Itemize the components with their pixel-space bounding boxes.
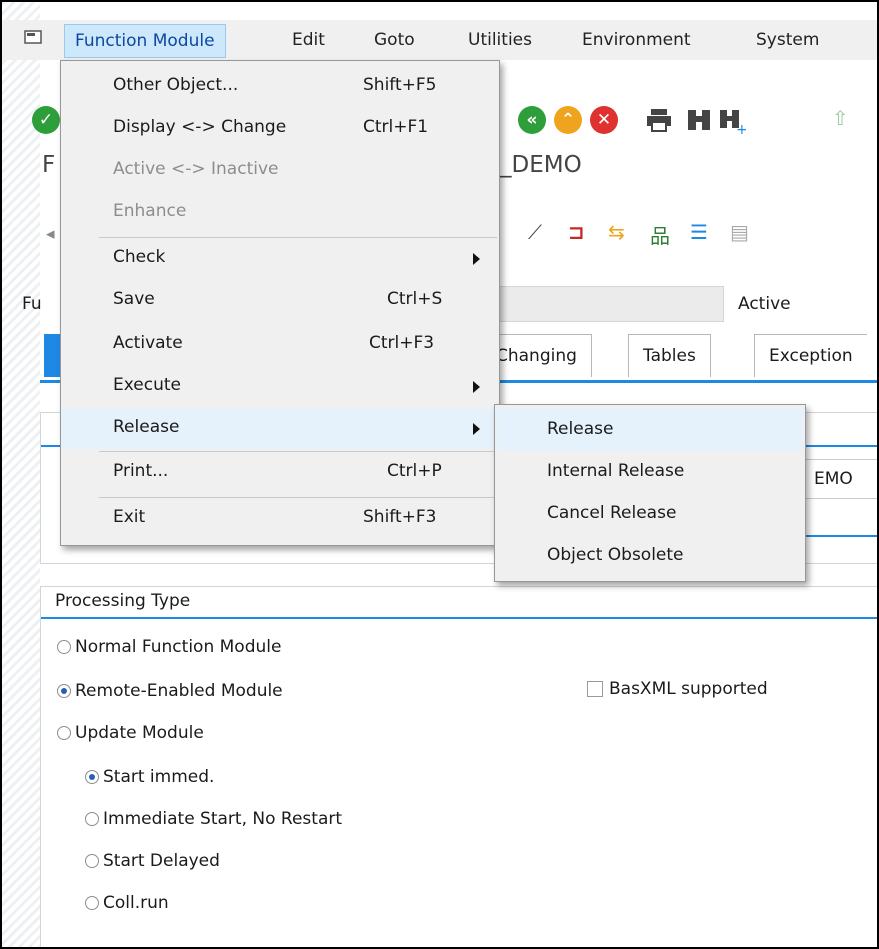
enter-icon[interactable]: ✓ — [32, 106, 60, 134]
checkbox[interactable] — [587, 681, 603, 697]
submenu-arrow-icon — [473, 253, 480, 265]
menu-item-print[interactable]: Print... Ctrl+P — [61, 453, 499, 493]
radio-update-module[interactable]: Update Module — [57, 723, 204, 743]
basxml-supported-checkbox[interactable]: BasXML supported — [587, 679, 768, 699]
back-icon[interactable]: « — [518, 106, 546, 134]
menu-system[interactable]: System — [746, 24, 829, 56]
processing-type-line — [41, 617, 877, 619]
structure-icon[interactable]: ☰ — [690, 220, 708, 244]
navigation-icon[interactable]: ⇆ — [608, 220, 625, 244]
system-menu-icon[interactable] — [24, 30, 42, 44]
radio-coll-run[interactable]: Coll.run — [85, 893, 169, 913]
radio-button[interactable] — [85, 896, 99, 910]
radio-button-selected[interactable] — [85, 770, 99, 784]
tab-tables[interactable]: Tables — [628, 334, 711, 377]
cancel-icon[interactable]: ✕ — [590, 106, 618, 134]
radio-button[interactable] — [57, 640, 71, 654]
find-next-icon[interactable]: + — [718, 108, 746, 134]
menu-bar: Function Module Edit Goto Utilities Envi… — [2, 20, 877, 60]
sap-window: Function Module Edit Goto Utilities Envi… — [0, 0, 879, 949]
print-icon[interactable] — [646, 108, 672, 132]
menu-goto[interactable]: Goto — [364, 24, 425, 56]
tab-changing[interactable]: Changing — [492, 334, 592, 377]
menu-item-active-inactive: Active <-> Inactive — [113, 159, 279, 179]
function-module-menu: Other Object... Shift+F5 Display <-> Cha… — [60, 60, 500, 546]
back-arrow-icon[interactable]: ◂ — [46, 224, 55, 244]
menu-item-check[interactable]: Check — [61, 239, 499, 279]
submenu-arrow-icon — [473, 381, 480, 393]
menu-edit[interactable]: Edit — [282, 24, 335, 56]
submenu-item-cancel-release[interactable]: Cancel Release — [497, 493, 803, 535]
menu-item-exit[interactable]: Exit Shift+F3 — [61, 499, 499, 539]
hierarchy-icon[interactable]: 品 — [650, 220, 670, 249]
page-title: F _DEMO — [42, 152, 582, 178]
radio-button-selected[interactable] — [57, 684, 71, 698]
radio-remote-enabled-module[interactable]: Remote-Enabled Module — [57, 681, 283, 701]
menu-separator — [99, 497, 497, 498]
submenu-item-release[interactable]: Release — [497, 409, 803, 451]
release-submenu: Release Internal Release Cancel Release … — [494, 404, 806, 582]
where-used-icon[interactable]: ⊐ — [568, 220, 585, 244]
function-module-name-field[interactable] — [482, 286, 724, 322]
menu-function-module[interactable]: Function Module — [64, 24, 226, 58]
menu-environment[interactable]: Environment — [572, 24, 701, 56]
processing-type-group: Processing Type Normal Function Module R… — [40, 586, 877, 947]
exit-icon[interactable]: ⌃ — [554, 106, 582, 134]
status-text: Active — [738, 294, 791, 314]
submenu-arrow-icon — [473, 423, 480, 435]
left-margin-pattern — [2, 2, 40, 947]
menu-item-display-change[interactable]: Display <-> Change Ctrl+F1 — [61, 109, 499, 149]
tab-exceptions[interactable]: Exception — [754, 334, 867, 377]
menu-item-save[interactable]: Save Ctrl+S — [61, 281, 499, 321]
menu-item-other-object[interactable]: Other Object... Shift+F5 — [61, 67, 499, 107]
svg-text:+: + — [736, 122, 746, 134]
function-group-field[interactable]: EMO — [803, 459, 877, 499]
radio-button[interactable] — [57, 726, 71, 740]
radio-immediate-start-no-restart[interactable]: Immediate Start, No Restart — [85, 809, 342, 829]
menu-item-release[interactable]: Release — [61, 409, 499, 449]
radio-start-delayed[interactable]: Start Delayed — [85, 851, 220, 871]
radio-normal-function-module[interactable]: Normal Function Module — [57, 637, 281, 657]
menu-item-execute[interactable]: Execute — [61, 367, 499, 407]
pretty-printer-icon[interactable]: ⟋ — [528, 220, 542, 244]
first-page-icon[interactable]: ⇧ — [832, 106, 849, 130]
menu-separator — [99, 451, 497, 452]
submenu-item-object-obsolete[interactable]: Object Obsolete — [497, 535, 803, 577]
radio-start-immed[interactable]: Start immed. — [85, 767, 214, 787]
radio-button[interactable] — [85, 812, 99, 826]
radio-button[interactable] — [85, 854, 99, 868]
submenu-item-internal-release[interactable]: Internal Release — [497, 451, 803, 493]
processing-type-title: Processing Type — [55, 591, 191, 611]
menu-utilities[interactable]: Utilities — [458, 24, 542, 56]
menu-separator — [99, 237, 497, 238]
function-module-label: Fu — [22, 294, 42, 314]
menu-item-enhance: Enhance — [113, 201, 187, 221]
menu-item-activate[interactable]: Activate Ctrl+F3 — [61, 325, 499, 365]
find-icon[interactable] — [686, 108, 712, 132]
layout-icon[interactable]: ▤ — [730, 220, 749, 244]
